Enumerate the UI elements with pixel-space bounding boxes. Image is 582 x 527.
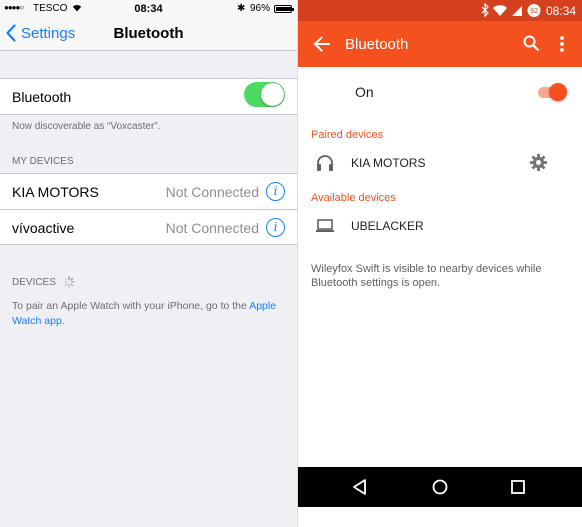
ios-screen: ●●●●○ TESCO 08:34 ✱ 96% Settings Bluetoo…: [0, 0, 297, 527]
list-item[interactable]: KIA MOTORS: [298, 147, 582, 179]
my-devices-list: KIA MOTORS Not Connected i vívoactive No…: [0, 173, 297, 245]
bluetooth-row: Bluetooth: [0, 79, 297, 114]
discoverable-note: Now discoverable as “Voxcaster”.: [12, 121, 161, 132]
android-toolbar: Bluetooth: [298, 21, 582, 67]
device-status: Not Connected: [165, 184, 259, 200]
signal-icon: [512, 6, 522, 16]
ios-status-bar: ●●●●○ TESCO 08:34 ✱ 96%: [0, 0, 297, 18]
nav-recents-icon[interactable]: [508, 477, 528, 497]
bluetooth-toggle-group: Bluetooth: [0, 78, 297, 115]
laptop-icon: [316, 219, 334, 232]
devices-header: DEVICES: [12, 277, 56, 288]
apple-watch-note: To pair an Apple Watch with your iPhone,…: [12, 299, 290, 329]
device-name: vívoactive: [12, 220, 75, 236]
apple-watch-note-end: .: [61, 315, 65, 327]
toolbar-title: Bluetooth: [345, 36, 409, 53]
search-icon[interactable]: [523, 35, 540, 52]
android-screen: 92 08:34 Bluetooth On Paired devices KIA…: [298, 0, 582, 527]
available-devices-header: Available devices: [311, 192, 396, 204]
svg-text:92: 92: [530, 8, 538, 15]
ios-navigation-bar: Settings Bluetooth: [0, 18, 297, 51]
toggle-knob: [261, 83, 284, 106]
device-name: KIA MOTORS: [12, 184, 99, 200]
more-vert-icon[interactable]: [559, 35, 565, 53]
apple-watch-note-text: To pair an Apple Watch with your iPhone,…: [12, 300, 250, 312]
list-item[interactable]: vívoactive Not Connected i: [0, 209, 297, 244]
my-devices-header: MY DEVICES: [12, 156, 74, 167]
switch-thumb: [549, 83, 567, 101]
page-title: Bluetooth: [113, 25, 184, 42]
paired-devices-header: Paired devices: [311, 129, 384, 141]
android-status-bar: 92 08:34: [298, 0, 582, 21]
loading-spinner-icon: [63, 276, 75, 288]
list-item[interactable]: UBELACKER: [298, 210, 582, 242]
wifi-icon: [493, 5, 507, 16]
gear-icon[interactable]: [529, 153, 548, 172]
bottom-margin: [298, 507, 582, 527]
android-clock: 08:34: [545, 4, 576, 18]
nav-back-icon[interactable]: [350, 477, 370, 497]
bluetooth-icon: [481, 3, 489, 18]
headphones-icon: [317, 155, 333, 171]
bluetooth-toggle[interactable]: [244, 82, 285, 107]
arrow-back-icon[interactable]: [312, 34, 332, 54]
bluetooth-switch-label: On: [355, 84, 374, 100]
device-status: Not Connected: [165, 220, 259, 236]
bluetooth-label: Bluetooth: [12, 89, 72, 105]
bluetooth-switch[interactable]: [536, 83, 567, 101]
battery-icon: 92: [527, 4, 541, 17]
device-name: UBELACKER: [351, 219, 424, 233]
nav-home-icon[interactable]: [430, 477, 450, 497]
bluetooth-icon: ✱: [237, 3, 246, 14]
device-name: KIA MOTORS: [351, 156, 426, 170]
info-icon[interactable]: i: [266, 182, 285, 201]
visibility-note: Wileyfox Swift is visible to nearby devi…: [311, 263, 542, 289]
android-navigation-bar: [298, 467, 582, 507]
list-item[interactable]: KIA MOTORS Not Connected i: [0, 174, 297, 209]
status-icons: 92: [481, 3, 541, 18]
battery-percentage: 96%: [250, 3, 271, 14]
battery-icon: [274, 5, 294, 13]
info-icon[interactable]: i: [266, 218, 285, 237]
